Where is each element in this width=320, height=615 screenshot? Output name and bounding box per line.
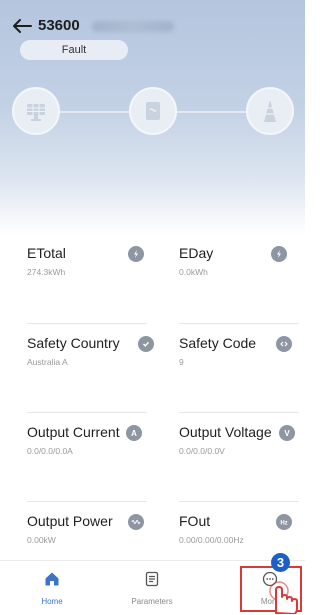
tab-parameters[interactable]: Parameters <box>102 561 202 615</box>
svg-text:V: V <box>284 429 290 438</box>
tab-home[interactable]: Home <box>2 561 102 615</box>
metric-divider <box>179 323 299 324</box>
metric-divider <box>179 501 299 502</box>
inverter-icon <box>146 102 160 120</box>
metric-safety-code: Safety Code 9 <box>179 323 299 367</box>
solar-panel-icon <box>27 104 45 121</box>
device-header: 53600 Fault <box>0 0 305 235</box>
device-serial-number: 53600 <box>38 17 80 34</box>
tab-label: Home <box>41 597 63 606</box>
metric-value: 0.0/0.0/0.0A <box>27 446 73 456</box>
metric-divider <box>27 323 147 324</box>
metric-value: 0.00/0.00/0.00Hz <box>179 535 244 545</box>
metric-value: Australia A <box>27 357 68 367</box>
frequency-icon: Hz <box>276 514 292 530</box>
metric-output-power: Output Power 0.00kW <box>27 501 147 545</box>
tap-hand-icon <box>269 581 298 614</box>
voltage-icon: V <box>279 425 295 441</box>
back-arrow-icon[interactable] <box>12 18 32 34</box>
metric-output-voltage: Output Voltage 0.0/0.0/0.0V V <box>179 412 299 456</box>
metric-eday: EDay 0.0kWh <box>179 245 299 277</box>
step-number-badge: 3 <box>271 553 290 572</box>
metric-etotal: ETotal 274.3kWh <box>27 245 147 277</box>
power-icon <box>128 514 144 530</box>
code-shield-icon <box>276 336 292 352</box>
energy-total-icon <box>128 246 144 262</box>
metric-value: 0.0/0.0/0.0V <box>179 446 225 456</box>
grid-tower-node <box>246 87 294 135</box>
serial-number-redaction <box>92 21 174 32</box>
metric-divider <box>179 412 299 413</box>
status-badge: Fault <box>20 40 128 60</box>
metric-value: 274.3kWh <box>27 267 66 277</box>
inverter-node <box>129 87 177 135</box>
energy-day-icon <box>271 246 287 262</box>
parameters-icon <box>145 571 159 587</box>
home-icon <box>45 572 59 586</box>
svg-text:Hz: Hz <box>280 521 287 527</box>
metric-divider <box>27 501 147 502</box>
metric-divider <box>27 412 147 413</box>
metric-label: Safety Country <box>27 335 120 351</box>
solar-panel-node <box>12 87 60 135</box>
metric-fout: FOut 0.00/0.00/0.00Hz Hz <box>179 501 299 545</box>
metric-safety-country: Safety Country Australia A <box>27 323 154 367</box>
tab-label: Parameters <box>131 597 173 606</box>
metric-value: 9 <box>179 357 184 367</box>
current-icon: A <box>126 425 142 441</box>
metric-output-current: Output Current 0.0/0.0/0.0A A <box>27 412 147 456</box>
shield-check-icon <box>138 336 154 352</box>
power-tower-icon <box>264 100 276 122</box>
metric-value: 0.00kW <box>27 535 56 545</box>
svg-text:A: A <box>131 429 137 438</box>
metric-value: 0.0kWh <box>179 267 208 277</box>
